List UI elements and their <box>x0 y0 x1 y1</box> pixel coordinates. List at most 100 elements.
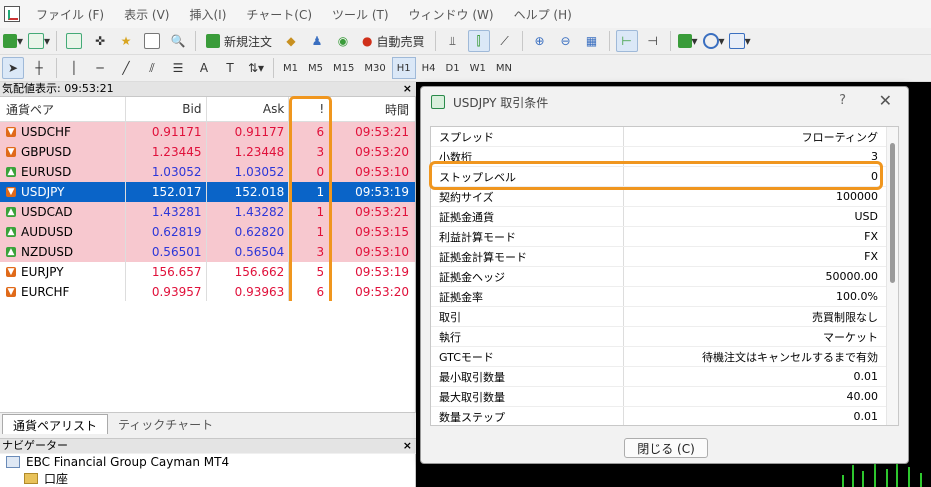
tab-tick-chart[interactable]: ティックチャート <box>108 414 223 434</box>
column-header-time[interactable]: 時間 <box>331 97 415 121</box>
auto-trade-icon: ● <box>362 34 373 48</box>
ask-price: 0.56504 <box>207 242 290 262</box>
tile-windows-icon: ▦ <box>585 34 598 48</box>
trendline-button[interactable]: ╱ <box>115 57 137 79</box>
close-icon[interactable]: ✕ <box>879 91 892 110</box>
timeframe-m5[interactable]: M5 <box>304 57 327 79</box>
chart-shift-button[interactable]: ⊣ <box>642 30 664 52</box>
table-row[interactable]: ▼ EURJPY 156.657 156.662 5 09:53:19 <box>0 262 415 282</box>
table-row[interactable]: ▲ USDCAD 1.43281 1.43282 1 09:53:21 <box>0 202 415 222</box>
property-key: 契約サイズ <box>431 187 624 206</box>
market-watch-title: 気配値表示: 09:53:21 <box>2 82 114 95</box>
property-value: 売買制限なし <box>812 310 878 324</box>
tree-item-accounts[interactable]: 口座 <box>0 470 415 486</box>
up-arrow-icon: ▲ <box>6 167 16 177</box>
help-icon[interactable]: ? <box>839 93 846 108</box>
timeframe-m30[interactable]: M30 <box>360 57 389 79</box>
horizontal-line-icon: ─ <box>96 61 104 75</box>
star-folder-icon: ★ <box>120 34 132 48</box>
close-icon[interactable]: × <box>403 82 412 96</box>
timeframe-d1[interactable]: D1 <box>442 57 464 79</box>
column-header-ask[interactable]: Ask <box>207 97 290 121</box>
bar-chart-button[interactable]: ⫫ <box>442 30 464 52</box>
table-row-selected[interactable]: ▼ USDJPY 152.017 152.018 1 09:53:19 <box>0 182 415 202</box>
zoom-in-button[interactable]: ⊕ <box>529 30 551 52</box>
menu-window[interactable]: ウィンドウ (W) <box>399 6 504 23</box>
vertical-line-icon: │ <box>70 61 78 75</box>
auto-scroll-button[interactable]: ⊢ <box>615 30 638 52</box>
zoom-out-button[interactable]: ⊖ <box>555 30 577 52</box>
signal-icon: ◉ <box>337 34 349 48</box>
equidistant-channel-button[interactable]: ⫽ <box>141 57 163 79</box>
property-row: 証拠金通貨 USD <box>431 207 898 227</box>
table-row[interactable]: ▲ NZDUSD 0.56501 0.56504 3 09:53:10 <box>0 242 415 262</box>
table-row[interactable]: ▼ GBPUSD 1.23445 1.23448 3 09:53:20 <box>0 142 415 162</box>
metaeditor-button[interactable]: ◆ <box>280 30 302 52</box>
text-label-button[interactable]: T <box>219 57 241 79</box>
crosshair-button[interactable]: ┼ <box>28 57 50 79</box>
timeframe-m1[interactable]: M1 <box>279 57 302 79</box>
quote-time: 09:53:21 <box>355 125 409 139</box>
table-row[interactable]: ▼ USDCHF 0.91171 0.91177 6 09:53:21 <box>0 122 415 142</box>
close-button[interactable]: 閉じる (C) <box>624 438 708 458</box>
new-chart-button[interactable]: ▾ <box>2 30 24 52</box>
new-chart-icon <box>2 34 17 48</box>
scrollbar-thumb[interactable] <box>890 143 895 283</box>
menu-chart[interactable]: チャート(C) <box>236 6 322 23</box>
data-window-button[interactable]: ✜ <box>89 30 111 52</box>
column-header-spread[interactable]: ! <box>289 97 332 121</box>
new-order-button[interactable]: 新規注文 <box>202 30 276 52</box>
indicators-button[interactable]: ▾ <box>677 30 699 52</box>
navigator-button[interactable]: ★ <box>115 30 137 52</box>
menu-tools[interactable]: ツール (T) <box>322 6 399 23</box>
menu-insert[interactable]: 挿入(I) <box>179 6 236 23</box>
quote-time: 09:53:20 <box>355 145 409 159</box>
accounts-label: 口座 <box>44 471 69 486</box>
signals-button[interactable]: ◉ <box>332 30 354 52</box>
text-button[interactable]: A <box>193 57 215 79</box>
table-row[interactable]: ▲ AUDUSD 0.62819 0.62820 1 09:53:15 <box>0 222 415 242</box>
horizontal-line-button[interactable]: ─ <box>89 57 111 79</box>
profiles-button[interactable]: ▾ <box>28 30 50 52</box>
table-row[interactable]: ▲ EURUSD 1.03052 1.03052 0 09:53:10 <box>0 162 415 182</box>
column-header-bid[interactable]: Bid <box>126 97 208 121</box>
periods-button[interactable]: ▾ <box>702 30 725 52</box>
fibonacci-button[interactable]: ☰ <box>167 57 189 79</box>
timeframe-m15[interactable]: M15 <box>329 57 358 79</box>
close-icon[interactable]: × <box>403 439 412 453</box>
properties-scrollbar[interactable] <box>886 127 898 425</box>
down-arrow-icon: ▼ <box>6 187 16 197</box>
tile-windows-button[interactable]: ▦ <box>581 30 603 52</box>
people-button[interactable]: ♟ <box>306 30 328 52</box>
property-key: 取引 <box>431 307 624 326</box>
menu-help[interactable]: ヘルプ (H) <box>504 6 582 23</box>
timeframe-h1[interactable]: H1 <box>391 57 416 79</box>
ask-price: 156.662 <box>207 262 290 282</box>
arrows-button[interactable]: ⇅ ▾ <box>245 57 267 79</box>
property-row: 利益計算モード FX <box>431 227 898 247</box>
column-header-symbol[interactable]: 通貨ペア <box>0 97 126 121</box>
auto-trade-button[interactable]: ● 自動売買 <box>358 30 429 52</box>
market-watch-button[interactable] <box>63 30 85 52</box>
line-chart-button[interactable]: ⟋ <box>494 30 516 52</box>
terminal-button[interactable] <box>141 30 163 52</box>
tree-item-broker[interactable]: EBC Financial Group Cayman MT4 <box>0 454 415 470</box>
table-row[interactable]: ▼ EURCHF 0.93957 0.93963 6 09:53:20 <box>0 282 415 302</box>
market-watch-tabs: 通貨ペアリスト ティックチャート <box>0 412 416 434</box>
cursor-button[interactable]: ➤ <box>2 57 24 79</box>
spread-value: 6 <box>289 282 332 302</box>
timeframe-w1[interactable]: W1 <box>466 57 490 79</box>
candlestick-button[interactable]: ⫿ <box>467 30 490 52</box>
strategy-tester-button[interactable]: 🔍 <box>167 30 189 52</box>
timeframe-mn[interactable]: MN <box>492 57 516 79</box>
vertical-line-button[interactable]: │ <box>63 57 85 79</box>
tab-symbols[interactable]: 通貨ペアリスト <box>2 414 109 434</box>
timeframe-h4[interactable]: H4 <box>418 57 440 79</box>
menu-view[interactable]: 表示 (V) <box>114 6 179 23</box>
menu-file[interactable]: ファイル (F) <box>26 6 114 23</box>
property-row: 数量ステップ 0.01 <box>431 407 898 425</box>
templates-button[interactable]: ▾ <box>728 30 751 52</box>
bid-price: 0.93957 <box>126 282 208 302</box>
toolbar-divider <box>521 31 523 51</box>
ask-price: 1.03052 <box>207 162 290 182</box>
